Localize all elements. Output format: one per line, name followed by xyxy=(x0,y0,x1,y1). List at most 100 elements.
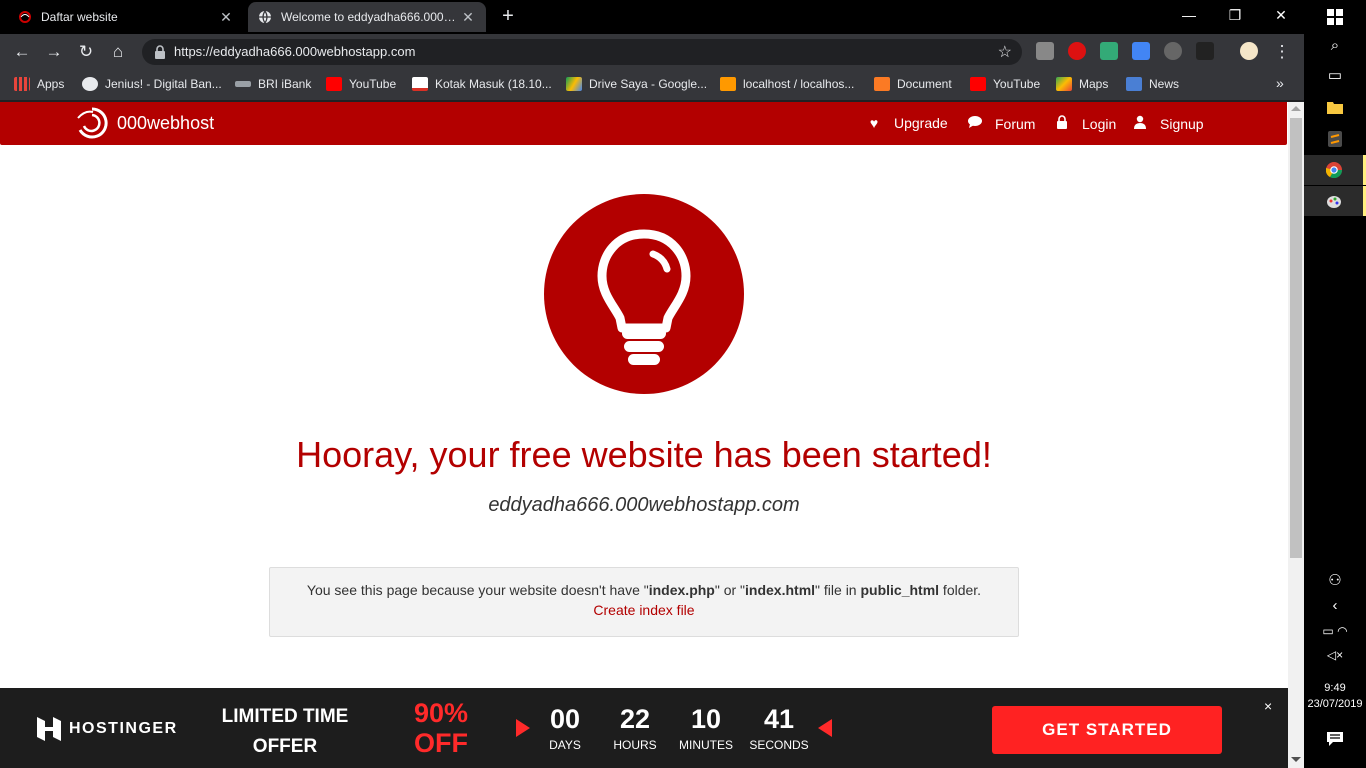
notice-part: " file in xyxy=(815,582,861,598)
bookmark-drive[interactable]: Drive Saya - Google... xyxy=(566,77,707,91)
restore-icon[interactable]: ❐ xyxy=(1212,0,1258,30)
bookmark-label: Maps xyxy=(1079,77,1109,91)
speed-icon[interactable] xyxy=(1164,42,1182,60)
scroll-thumb[interactable] xyxy=(1290,118,1302,558)
notice-part: You see this page because your website d… xyxy=(306,582,649,598)
nav-signup[interactable]: Signup xyxy=(1132,115,1204,132)
heart-icon: ♥ xyxy=(869,115,879,131)
arrow-right-icon xyxy=(516,719,530,737)
page-scrollbar[interactable] xyxy=(1288,102,1304,768)
bookmark-document[interactable]: Document xyxy=(874,77,952,91)
hostinger-h-icon xyxy=(37,717,61,741)
tab-title: Daftar website xyxy=(41,10,118,24)
get-started-button[interactable]: GET STARTED xyxy=(992,706,1222,754)
countdown-label: HOURS xyxy=(613,738,657,752)
countdown-seconds: 41 SECONDS xyxy=(744,704,814,752)
notice-part: " or " xyxy=(714,582,746,598)
taskbar-clock[interactable]: 9:49 23/07/2019 xyxy=(1304,680,1366,712)
tab-title: Welcome to eddyadha666.000webhostapp.com xyxy=(281,10,460,24)
maps-icon xyxy=(1056,77,1072,91)
nav-upgrade[interactable]: ♥ Upgrade xyxy=(866,115,948,131)
paint-icon[interactable] xyxy=(1304,186,1366,216)
phpmyadmin-icon xyxy=(720,77,736,91)
google-translate-icon[interactable] xyxy=(1132,42,1150,60)
nav-label: Signup xyxy=(1160,115,1204,132)
scroll-up-icon[interactable] xyxy=(1291,106,1301,111)
apps-grid-icon xyxy=(14,77,30,91)
countdown-value: 10 xyxy=(690,704,722,734)
extension-icon[interactable] xyxy=(1036,42,1054,60)
nav-login[interactable]: Login xyxy=(1054,115,1116,132)
bookmark-label: Apps xyxy=(37,77,65,91)
profile-avatar-icon[interactable] xyxy=(1240,42,1258,60)
bookmark-bri[interactable]: BRI iBank xyxy=(235,77,311,91)
bookmark-label: YouTube xyxy=(349,77,397,91)
back-icon[interactable]: ← xyxy=(10,40,34,64)
clock-time: 9:49 xyxy=(1324,682,1346,694)
offer-line: OFFER xyxy=(252,736,318,757)
notice-text: You see this page because your website d… xyxy=(270,580,1018,600)
hostinger-promo-bar: HOSTINGER LIMITED TIME OFFER 90% OFF 00 … xyxy=(0,688,1288,768)
bookmark-youtube-2[interactable]: YouTube xyxy=(970,77,1040,91)
tab-strip: Daftar website ✕ Welcome to eddyadha666.… xyxy=(0,0,1304,34)
forward-icon[interactable]: → xyxy=(42,40,66,64)
bookmark-jenius[interactable]: Jenius! - Digital Ban... xyxy=(82,77,222,91)
adblock-icon[interactable] xyxy=(1068,42,1086,60)
bookmark-gmail[interactable]: Kotak Masuk (18.10... xyxy=(412,77,552,91)
countdown-days: 00 DAYS xyxy=(530,704,600,752)
hostinger-logo[interactable]: HOSTINGER xyxy=(37,715,178,743)
windows-start-icon[interactable] xyxy=(1304,2,1366,32)
scroll-down-icon[interactable] xyxy=(1291,757,1301,762)
action-center-icon[interactable] xyxy=(1304,724,1366,754)
menu-kebab-icon[interactable]: ⋮ xyxy=(1270,40,1294,64)
user-icon xyxy=(1132,115,1148,132)
globe-icon xyxy=(258,10,272,24)
search-icon[interactable]: ⌕ xyxy=(1304,30,1366,60)
bri-icon xyxy=(235,81,251,87)
brand-name: 000webhost xyxy=(117,112,215,133)
volume-muted-icon[interactable]: ◁× xyxy=(1304,640,1366,670)
bookmark-youtube[interactable]: YouTube xyxy=(326,77,396,91)
tab-daftar-website[interactable]: Daftar website ✕ xyxy=(8,2,244,32)
sublime-text-icon[interactable] xyxy=(1304,124,1366,154)
bookmark-apps[interactable]: Apps xyxy=(14,77,64,91)
tab-welcome[interactable]: Welcome to eddyadha666.000webhostapp.com… xyxy=(248,2,486,32)
bookmark-label: Jenius! - Digital Ban... xyxy=(105,77,222,91)
task-view-icon[interactable]: ▭ xyxy=(1304,60,1366,90)
discount: 90% OFF xyxy=(400,698,482,758)
bookmarks-overflow[interactable]: » xyxy=(1276,75,1284,91)
countdown-hours: 22 HOURS xyxy=(600,704,670,752)
close-window-icon[interactable]: ✕ xyxy=(1258,0,1304,30)
nav-label: Upgrade xyxy=(894,115,948,131)
close-promo-icon[interactable]: × xyxy=(1264,698,1272,714)
bookmark-localhost[interactable]: localhost / localhos... xyxy=(720,77,854,91)
countdown-label: MINUTES xyxy=(679,738,733,752)
youtube-icon xyxy=(326,77,342,91)
extension-icon[interactable] xyxy=(1196,42,1214,60)
extension-icon[interactable] xyxy=(1100,42,1118,60)
reload-icon[interactable]: ↻ xyxy=(74,40,98,64)
chrome-taskbar-icon[interactable] xyxy=(1304,155,1366,185)
countdown-value: 41 xyxy=(763,704,795,734)
close-tab-icon[interactable]: ✕ xyxy=(460,9,476,26)
close-tab-icon[interactable]: ✕ xyxy=(218,9,234,26)
drive-icon xyxy=(566,77,582,91)
bookmark-news[interactable]: News xyxy=(1126,77,1179,91)
bookmark-star-icon[interactable]: ☆ xyxy=(998,42,1012,62)
countdown-label: DAYS xyxy=(549,738,581,752)
limited-offer: LIMITED TIME OFFER xyxy=(210,702,360,762)
new-tab-button[interactable]: + xyxy=(496,5,520,29)
site-logo[interactable]: 000webhost xyxy=(75,106,214,140)
nav-forum[interactable]: Forum xyxy=(967,115,1035,132)
file-explorer-icon[interactable] xyxy=(1304,92,1366,122)
minimize-icon[interactable]: — xyxy=(1166,0,1212,30)
bookmark-label: Drive Saya - Google... xyxy=(589,77,708,91)
bookmarks-bar: Apps Jenius! - Digital Ban... BRI iBank … xyxy=(0,70,1304,100)
browser-chrome: Daftar website ✕ Welcome to eddyadha666.… xyxy=(0,0,1304,102)
youtube-icon xyxy=(970,77,986,91)
bookmark-maps[interactable]: Maps xyxy=(1056,77,1108,91)
notice-box: You see this page because your website d… xyxy=(269,567,1019,637)
create-index-link[interactable]: Create index file xyxy=(270,600,1018,620)
address-bar[interactable]: https://eddyadha666.000webhostapp.com ☆ xyxy=(142,39,1022,65)
home-icon[interactable]: ⌂ xyxy=(106,40,130,64)
